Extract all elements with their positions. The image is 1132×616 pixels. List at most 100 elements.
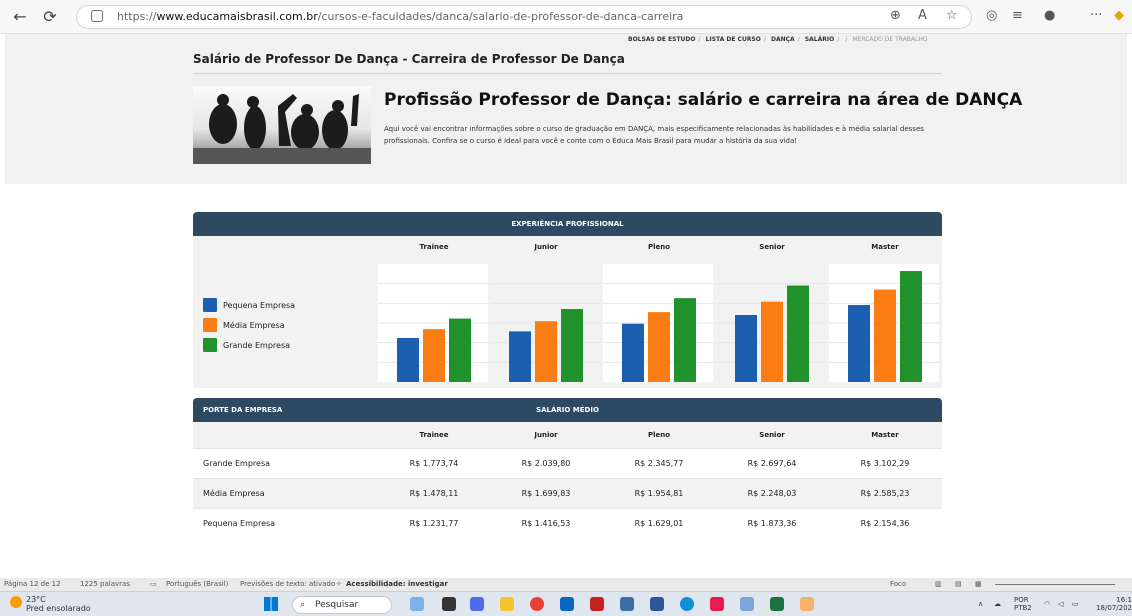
taskbar-search[interactable]: ⌕ Pesquisar bbox=[292, 596, 392, 614]
company-size-header: PORTE DA EMPRESA bbox=[203, 406, 283, 414]
weather-widget[interactable]: 23°C Pred ensolarado bbox=[10, 595, 91, 613]
row-label: Pequena Empresa bbox=[203, 519, 276, 528]
volume-icon[interactable]: ◁ bbox=[1058, 600, 1063, 608]
breadcrumb-item[interactable]: BOLSAS DE ESTUDO bbox=[628, 36, 696, 43]
salary-cell: R$ 1.629,01 bbox=[634, 519, 684, 528]
table-row: Média Empresa R$ 1.478,11 R$ 1.699,83 R$… bbox=[193, 478, 942, 508]
chrome-icon[interactable] bbox=[530, 597, 544, 611]
gmail-icon[interactable] bbox=[590, 597, 604, 611]
browser-toolbar: ← ⟳ https://www.educamaisbrasil.com.br/c… bbox=[0, 0, 1132, 34]
salary-table: PORTE DA EMPRESA SALÁRIO MÉDIO Trainee J… bbox=[193, 398, 942, 538]
address-bar[interactable]: https://www.educamaisbrasil.com.br/curso… bbox=[76, 5, 972, 29]
windows-start-icon[interactable] bbox=[264, 597, 278, 611]
battery-icon[interactable]: ▭ bbox=[1072, 600, 1079, 608]
salary-cell: R$ 1.873,36 bbox=[747, 519, 797, 528]
salary-cell: R$ 3.102,29 bbox=[860, 459, 910, 468]
salary-cell: R$ 2.248,03 bbox=[747, 489, 797, 498]
weather-condition: Pred ensolarado bbox=[26, 604, 91, 613]
breadcrumb-item[interactable]: DANÇA bbox=[771, 36, 795, 43]
salary-column-headers: Trainee Junior Pleno Senior Master bbox=[193, 422, 942, 448]
refresh-icon[interactable]: ⟳ bbox=[38, 6, 62, 28]
bar-pequena-empresa-trainee bbox=[397, 337, 419, 382]
page-title: Salário de Professor De Dança - Carreira… bbox=[193, 52, 625, 66]
text-predictions-status[interactable]: Previsões de texto: ativado bbox=[240, 578, 335, 591]
salary-cell: R$ 1.231,77 bbox=[409, 519, 459, 528]
back-arrow-icon[interactable]: ← bbox=[8, 6, 32, 28]
input-language[interactable]: POR PTB2 bbox=[1014, 596, 1032, 612]
bar-grande-empresa-senior bbox=[787, 285, 809, 382]
copilot-icon[interactable]: ◆ bbox=[1114, 8, 1124, 23]
favorite-star-icon[interactable]: ☆ bbox=[946, 8, 958, 23]
hero-title: Profissão Professor de Dança: salário e … bbox=[384, 90, 1023, 110]
salary-cell: R$ 2.585,23 bbox=[860, 489, 910, 498]
widgets-icon[interactable] bbox=[410, 597, 424, 611]
file-explorer-icon[interactable] bbox=[500, 597, 514, 611]
mail-icon[interactable] bbox=[740, 597, 754, 611]
keyboard-layout: PTB2 bbox=[1014, 604, 1032, 612]
salary-cell: R$ 1.416,53 bbox=[521, 519, 571, 528]
url-text: https://www.educamaisbrasil.com.br/curso… bbox=[117, 10, 683, 23]
salary-cell: R$ 2.154,36 bbox=[860, 519, 910, 528]
clock[interactable]: 16:1 18/07/202 bbox=[1092, 596, 1132, 612]
zoom-icon[interactable]: ⊕ bbox=[890, 8, 901, 23]
profile-avatar-icon[interactable]: ● bbox=[1044, 8, 1055, 23]
clock-date: 18/07/202 bbox=[1096, 604, 1132, 612]
more-menu-icon[interactable]: ··· bbox=[1090, 8, 1102, 23]
store-icon[interactable] bbox=[560, 597, 574, 611]
salary-cell: R$ 2.345,77 bbox=[634, 459, 684, 468]
bar-grande-empresa-trainee bbox=[449, 318, 471, 382]
bar-grande-empresa-pleno bbox=[674, 298, 696, 382]
url-path: /cursos-e-faculdades/danca/salario-de-pr… bbox=[317, 10, 684, 23]
bar-chart bbox=[378, 264, 939, 382]
table-row: Pequena Empresa R$ 1.231,77 R$ 1.416,53 … bbox=[193, 508, 942, 538]
read-aloud-icon[interactable]: A bbox=[918, 8, 927, 23]
language-status[interactable]: Português (Brasil) bbox=[166, 578, 228, 591]
table-row: Grande Empresa R$ 1.773,74 R$ 2.039,80 R… bbox=[193, 448, 942, 478]
bar-m-dia-empresa-trainee bbox=[423, 329, 445, 382]
web-layout-icon[interactable]: ▦ bbox=[975, 578, 982, 591]
edge-icon[interactable] bbox=[680, 597, 694, 611]
search-icon: ⌕ bbox=[300, 600, 306, 610]
language-code: POR bbox=[1014, 596, 1029, 604]
zoom-slider[interactable] bbox=[995, 584, 1115, 585]
lock-icon bbox=[91, 10, 103, 22]
focus-button[interactable]: Foco bbox=[890, 578, 906, 591]
word-icon[interactable] bbox=[650, 597, 664, 611]
onedrive-icon[interactable]: ☁ bbox=[994, 600, 1001, 608]
breadcrumb: BOLSAS DE ESTUDO / LISTA DE CURSO / DANÇA /… bbox=[628, 36, 928, 43]
temperature: 23°C bbox=[26, 595, 46, 604]
column-header: Senior bbox=[759, 243, 785, 251]
hero-description: Aqui você vai encontrar informações sobr… bbox=[384, 125, 924, 145]
url-prefix: https:// bbox=[117, 10, 157, 23]
task-view-icon[interactable] bbox=[442, 597, 456, 611]
breadcrumb-item[interactable]: SALÁRIO bbox=[805, 36, 834, 43]
teams-icon[interactable] bbox=[470, 597, 484, 611]
average-salary-header: SALÁRIO MÉDIO bbox=[536, 406, 599, 414]
dancers-silhouette-icon bbox=[193, 94, 371, 164]
anydesk-icon[interactable] bbox=[710, 597, 724, 611]
search-placeholder: Pesquisar bbox=[315, 600, 359, 610]
breadcrumb-current: MERCADO DE TRABALHO bbox=[852, 36, 928, 43]
salary-cell: R$ 1.699,83 bbox=[521, 489, 571, 498]
print-layout-icon[interactable]: ▤ bbox=[955, 578, 962, 591]
word-count[interactable]: 1225 palavras bbox=[80, 578, 130, 591]
taskbar: 23°C Pred ensolarado ⌕ Pesquisar ∧ ☁ POR… bbox=[0, 591, 1132, 616]
accessibility-status[interactable]: Acessibilidade: investigar bbox=[346, 578, 448, 591]
extension-icon[interactable]: ◎ bbox=[986, 8, 997, 23]
read-mode-icon[interactable]: ▥ bbox=[935, 578, 942, 591]
breadcrumb-item[interactable]: LISTA DE CURSO bbox=[706, 36, 761, 43]
excel-icon[interactable] bbox=[770, 597, 784, 611]
url-domain: www.educamaisbrasil.com.br bbox=[156, 10, 318, 23]
salary-cell: R$ 1.773,74 bbox=[409, 459, 459, 468]
favorites-list-icon[interactable]: ≡ bbox=[1012, 8, 1023, 23]
tray-expand-icon[interactable]: ∧ bbox=[978, 600, 983, 608]
paint-icon[interactable] bbox=[800, 597, 814, 611]
accessibility-icon: ✧ bbox=[336, 580, 342, 588]
proofing-icon[interactable]: ▭ bbox=[150, 578, 157, 591]
page-count[interactable]: Página 12 de 12 bbox=[4, 578, 61, 591]
calculator-icon[interactable] bbox=[620, 597, 634, 611]
salary-cell: R$ 2.039,80 bbox=[521, 459, 571, 468]
dancers-image bbox=[193, 86, 371, 164]
wifi-icon[interactable]: ◠ bbox=[1044, 600, 1050, 608]
bar-m-dia-empresa-senior bbox=[761, 301, 783, 382]
